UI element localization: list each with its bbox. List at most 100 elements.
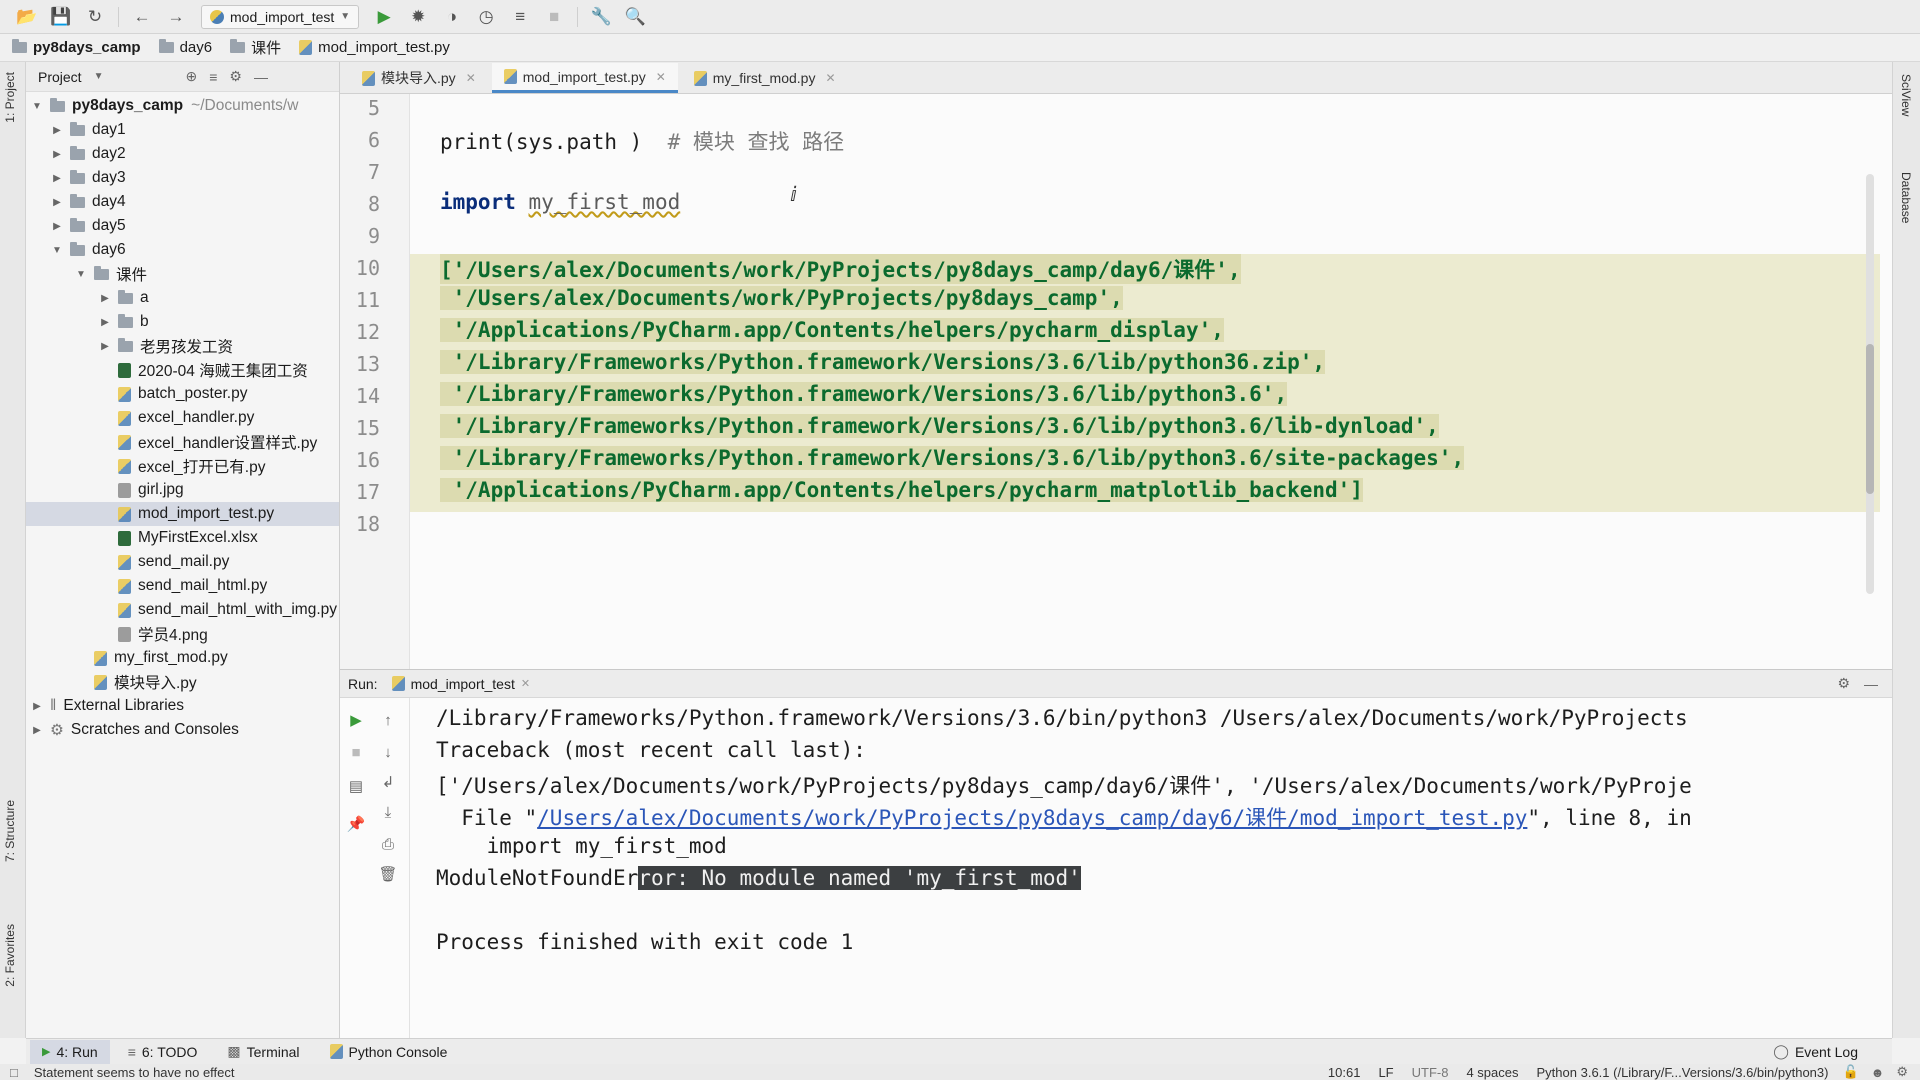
- editor-tab-active[interactable]: mod_import_test.py ✕: [491, 63, 678, 93]
- tree-file[interactable]: MyFirstExcel.xlsx: [26, 526, 339, 550]
- inspector-icon[interactable]: ☻: [1871, 1065, 1885, 1080]
- open-folder-icon[interactable]: 📂: [10, 3, 44, 31]
- tree-folder[interactable]: ▼ 课件: [26, 262, 339, 286]
- forward-icon[interactable]: →: [159, 3, 193, 31]
- tree-file[interactable]: girl.jpg: [26, 478, 339, 502]
- close-icon[interactable]: ✕: [825, 71, 835, 85]
- chevron-right-icon[interactable]: ▶: [30, 725, 44, 736]
- chevron-right-icon[interactable]: ▶: [50, 125, 64, 136]
- chevron-down-icon[interactable]: ▼: [94, 71, 104, 82]
- soft-wrap-icon[interactable]: ↲: [376, 770, 400, 794]
- tree-file[interactable]: excel_打开已有.py: [26, 454, 339, 478]
- layout-toggle-icon[interactable]: □: [10, 1065, 18, 1080]
- tree-folder[interactable]: ▼ day6: [26, 238, 339, 262]
- chevron-down-icon[interactable]: ▼: [30, 101, 44, 112]
- project-tool-tab[interactable]: 1: Project: [3, 72, 17, 123]
- terminal-tool-tab[interactable]: ▩ Terminal: [215, 1040, 311, 1064]
- wrench-icon[interactable]: 🔧: [584, 3, 618, 31]
- breadcrumb-item[interactable]: 课件: [230, 37, 281, 58]
- editor-tab[interactable]: 模块导入.py ✕: [350, 63, 488, 93]
- run-tool-tab[interactable]: ▶ 4: Run: [30, 1039, 110, 1064]
- breadcrumb-item[interactable]: mod_import_test.py: [299, 39, 450, 56]
- chevron-right-icon[interactable]: ▶: [98, 341, 112, 352]
- arrow-down-icon[interactable]: ↓: [376, 740, 400, 764]
- chevron-down-icon[interactable]: ▼: [74, 269, 88, 280]
- cursor-position[interactable]: 10:61: [1328, 1065, 1361, 1080]
- breadcrumb-item[interactable]: py8days_camp: [12, 39, 141, 56]
- chevron-right-icon[interactable]: ▶: [50, 149, 64, 160]
- chevron-right-icon[interactable]: ▶: [98, 317, 112, 328]
- tree-file[interactable]: 模块导入.py: [26, 670, 339, 694]
- tree-file[interactable]: excel_handler设置样式.py: [26, 430, 339, 454]
- chevron-down-icon[interactable]: ▼: [50, 245, 64, 256]
- tree-folder[interactable]: ▶ day2: [26, 142, 339, 166]
- arrow-up-icon[interactable]: ↑: [376, 708, 400, 732]
- rerun-icon[interactable]: ▶: [344, 708, 368, 732]
- file-encoding[interactable]: UTF-8: [1412, 1065, 1449, 1080]
- database-tool-tab[interactable]: Database: [1899, 172, 1913, 223]
- chevron-right-icon[interactable]: ▶: [30, 701, 44, 712]
- python-console-tool-tab[interactable]: Python Console: [318, 1040, 460, 1064]
- back-icon[interactable]: ←: [125, 3, 159, 31]
- close-icon[interactable]: ✕: [466, 71, 476, 85]
- editor-tab[interactable]: my_first_mod.py ✕: [682, 63, 848, 93]
- tree-folder[interactable]: ▶ day4: [26, 190, 339, 214]
- debug-icon[interactable]: ✹: [401, 3, 435, 31]
- pin-icon[interactable]: 📌: [344, 812, 368, 836]
- run-configuration-select[interactable]: mod_import_test ▼: [201, 4, 360, 29]
- event-log-tool-tab[interactable]: ◯ Event Log: [1761, 1040, 1870, 1064]
- tree-file[interactable]: send_mail.py: [26, 550, 339, 574]
- lock-icon[interactable]: 🔓: [1842, 1064, 1858, 1080]
- sciview-tool-tab[interactable]: SciView: [1899, 74, 1913, 116]
- memory-icon[interactable]: ⚙: [1896, 1064, 1908, 1080]
- run-icon[interactable]: ▶: [367, 3, 401, 31]
- tree-file[interactable]: batch_poster.py: [26, 382, 339, 406]
- close-icon[interactable]: ✕: [656, 70, 666, 84]
- coverage-icon[interactable]: ◑: [435, 3, 469, 31]
- tree-folder[interactable]: ▶ b: [26, 310, 339, 334]
- chevron-right-icon[interactable]: ▶: [50, 197, 64, 208]
- tree-file[interactable]: send_mail_html_with_img.py: [26, 598, 339, 622]
- tree-folder[interactable]: ▶ a: [26, 286, 339, 310]
- gear-icon[interactable]: ⚙: [229, 68, 242, 85]
- editor-scrollbar-thumb[interactable]: [1866, 344, 1874, 494]
- layout-icon[interactable]: ▤: [344, 774, 368, 798]
- chevron-right-icon[interactable]: ▶: [50, 221, 64, 232]
- minimize-icon[interactable]: —: [1864, 676, 1878, 692]
- gear-icon[interactable]: ⚙: [1837, 675, 1850, 692]
- locate-icon[interactable]: ⊕: [185, 68, 197, 85]
- tree-file[interactable]: 2020-04 海贼王集团工资: [26, 358, 339, 382]
- tree-scratches[interactable]: ▶ ⚙ Scratches and Consoles: [26, 718, 339, 742]
- line-separator[interactable]: LF: [1378, 1065, 1393, 1080]
- stop-icon[interactable]: ■: [537, 3, 571, 31]
- stop-icon[interactable]: ■: [344, 740, 368, 764]
- python-interpreter[interactable]: Python 3.6.1 (/Library/F...Versions/3.6/…: [1537, 1065, 1829, 1080]
- chevron-right-icon[interactable]: ▶: [98, 293, 112, 304]
- tree-file[interactable]: send_mail_html.py: [26, 574, 339, 598]
- minimize-icon[interactable]: —: [254, 69, 268, 85]
- tree-file-selected[interactable]: mod_import_test.py: [26, 502, 339, 526]
- close-icon[interactable]: ✕: [521, 677, 530, 690]
- tree-file[interactable]: excel_handler.py: [26, 406, 339, 430]
- traceback-file-link[interactable]: /Users/alex/Documents/work/PyProjects/py…: [537, 806, 1527, 830]
- tree-folder[interactable]: ▶ day1: [26, 118, 339, 142]
- tree-file[interactable]: my_first_mod.py: [26, 646, 339, 670]
- favorites-tool-tab[interactable]: 2: Favorites: [3, 924, 17, 987]
- todo-tool-tab[interactable]: ≡ 6: TODO: [116, 1040, 210, 1064]
- save-icon[interactable]: 💾: [44, 3, 78, 31]
- scroll-to-end-icon[interactable]: ⤓: [376, 800, 400, 824]
- tree-folder[interactable]: ▶ day5: [26, 214, 339, 238]
- sync-icon[interactable]: ↻: [78, 3, 112, 31]
- collapse-all-icon[interactable]: ≡: [209, 69, 217, 85]
- structure-tool-tab[interactable]: 7: Structure: [3, 800, 17, 862]
- project-view-select[interactable]: Project: [38, 69, 82, 85]
- concurrency-icon[interactable]: ≡: [503, 3, 537, 31]
- breadcrumb-item[interactable]: day6: [158, 39, 212, 56]
- tree-file[interactable]: 学员4.png: [26, 622, 339, 646]
- run-tab[interactable]: mod_import_test ✕: [391, 676, 530, 692]
- tree-external-libraries[interactable]: ▶ ‖ External Libraries: [26, 694, 339, 718]
- tree-folder[interactable]: ▶ 老男孩发工资: [26, 334, 339, 358]
- print-icon[interactable]: ⎙: [376, 832, 400, 856]
- code-editor[interactable]: 5 6 7 8 9 10 11 12 13 14 15 16 17 18 pri…: [340, 94, 1892, 669]
- tree-folder[interactable]: ▶ day3: [26, 166, 339, 190]
